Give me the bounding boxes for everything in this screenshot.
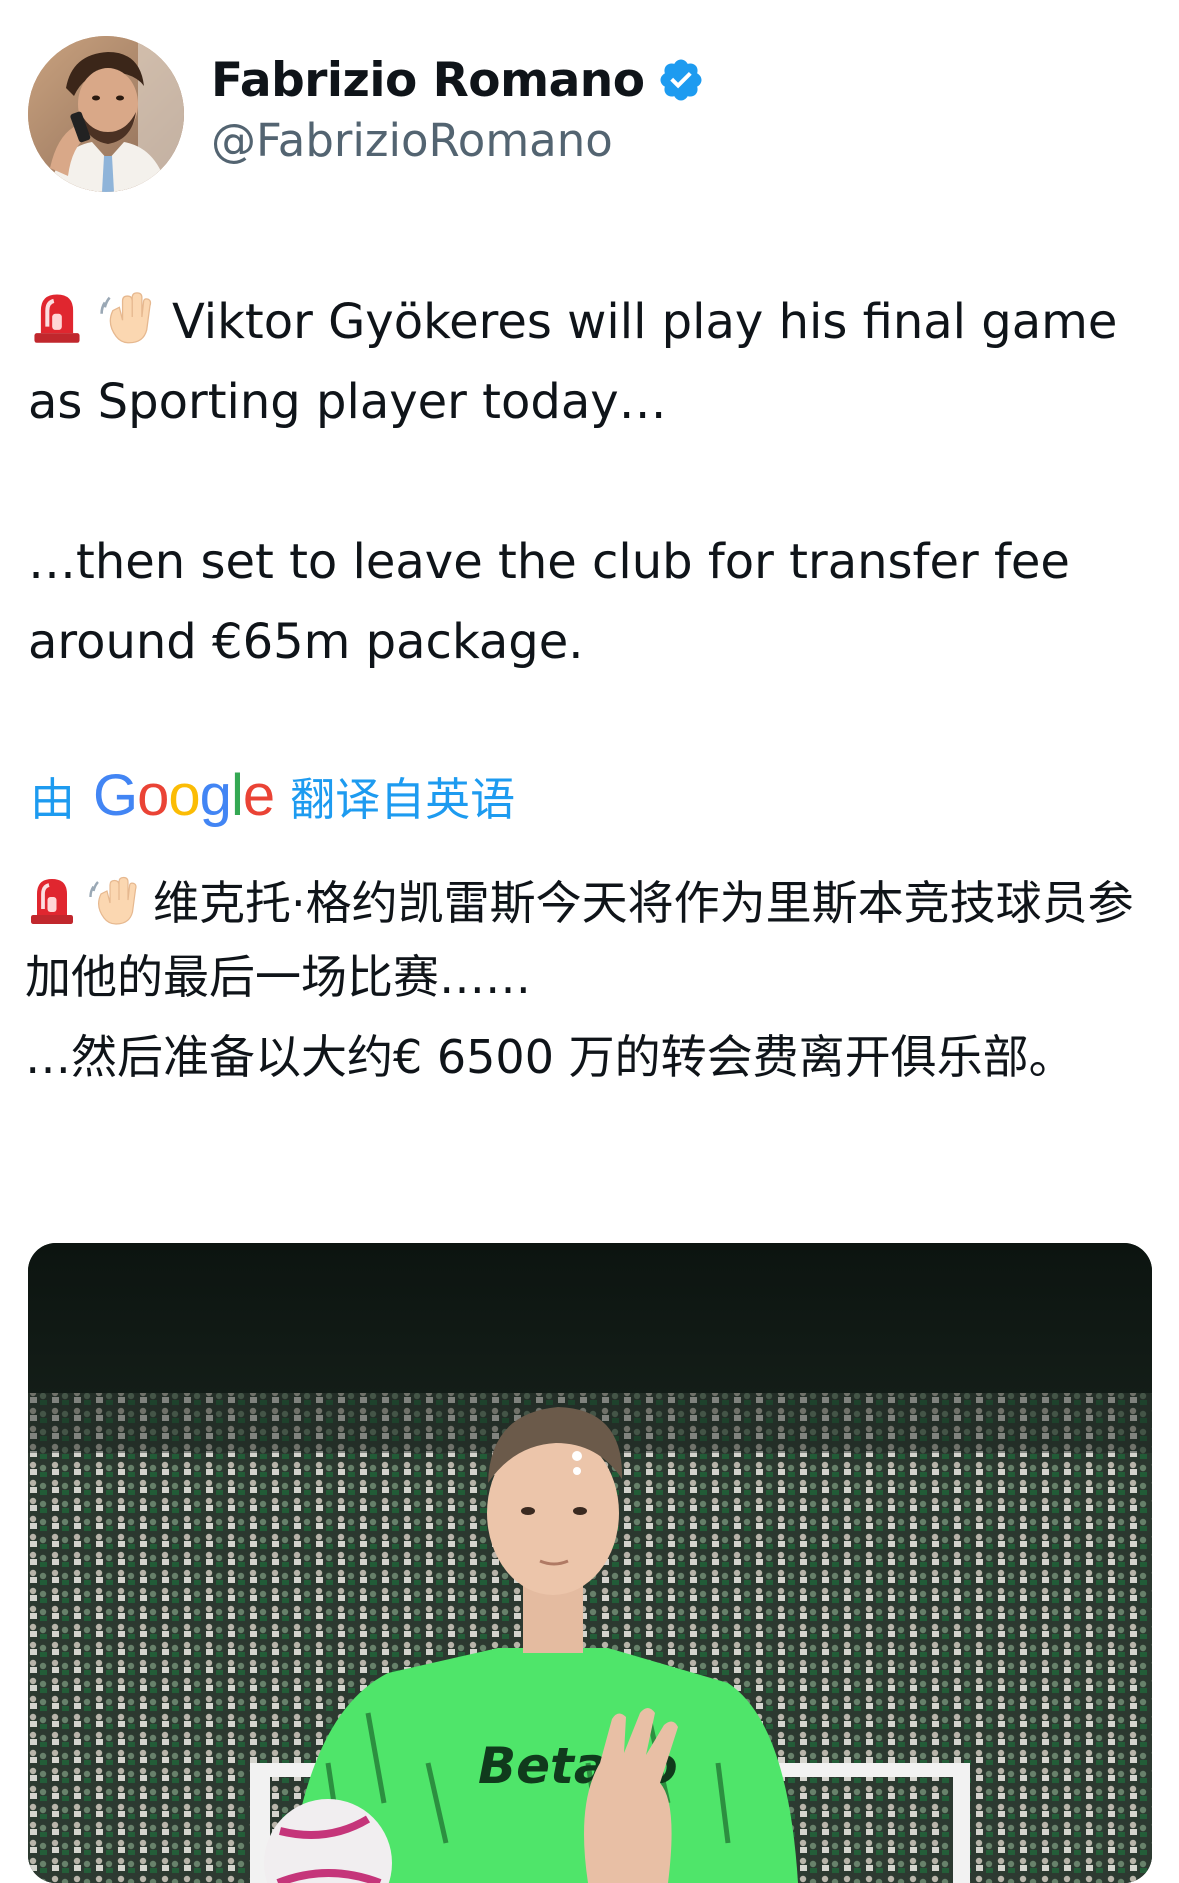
tweet-paragraph-1-text: Viktor Gyökeres will play his final game… <box>28 294 1118 430</box>
translate-prefix: 由 <box>30 772 76 826</box>
verified-badge-icon[interactable] <box>657 56 705 104</box>
author-handle[interactable]: @FabrizioRomano <box>211 114 705 167</box>
tweet-paragraph-1: Viktor Gyökeres will play his final game… <box>28 282 1138 442</box>
rotating-light-icon <box>34 294 80 343</box>
waving-hand-icon <box>100 292 152 344</box>
tweet-paragraph-2: …then set to leave the club for transfer… <box>28 534 1070 670</box>
rotating-light-icon <box>31 879 73 924</box>
player-photo: Betano <box>28 1243 1152 1883</box>
tweet-text: Viktor Gyökeres will play his final game… <box>28 282 1138 682</box>
translated-paragraph-2: …然后准备以大约€ 6500 万的转会费离开俱乐部。 <box>25 1030 1075 1084</box>
translated-paragraph-1: 维克托·格约凯雷斯今天将作为里斯本竞技球员参加他的最后一场比赛…… <box>25 866 1140 1014</box>
author-display-name[interactable]: Fabrizio Romano <box>211 53 645 108</box>
waving-hand-icon <box>89 876 137 925</box>
avatar-photo <box>28 36 184 192</box>
author-info: Fabrizio Romano @FabrizioRomano <box>211 50 705 167</box>
translate-suffix[interactable]: 翻译自英语 <box>290 763 515 828</box>
translated-text: 维克托·格约凯雷斯今天将作为里斯本竞技球员参加他的最后一场比赛…… …然后准备以… <box>25 866 1140 1094</box>
author-avatar[interactable] <box>28 36 184 192</box>
google-logo: Google <box>93 762 275 828</box>
display-name-row: Fabrizio Romano <box>211 50 705 110</box>
translated-paragraph-1-text: 维克托·格约凯雷斯今天将作为里斯本竞技球员参加他的最后一场比赛…… <box>25 876 1134 1004</box>
tweet-media-photo[interactable]: Betano <box>28 1243 1152 1883</box>
translated-by-google[interactable]: 由 Google 翻译自英语 <box>30 760 515 830</box>
tweet-header: Fabrizio Romano @FabrizioRomano <box>28 36 1148 196</box>
